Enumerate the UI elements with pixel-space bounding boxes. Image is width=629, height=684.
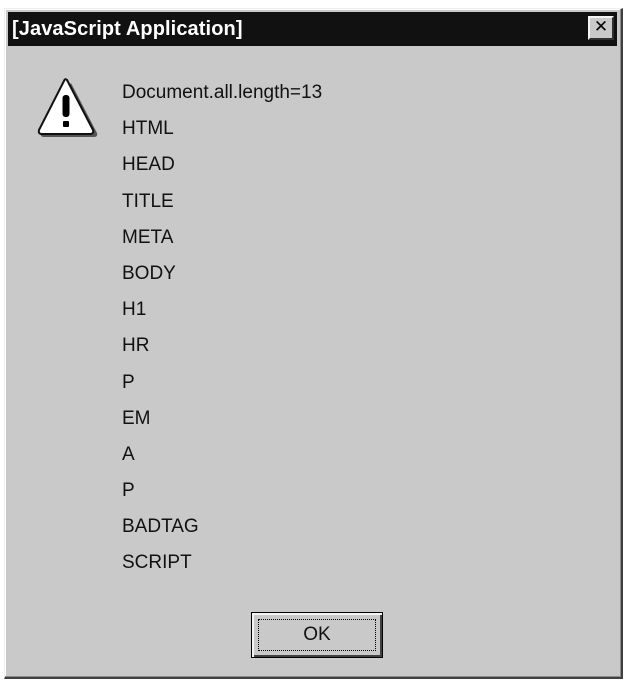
warning-icon	[37, 78, 98, 137]
message-line: H1	[122, 299, 147, 321]
message-line: P	[122, 371, 135, 393]
ok-button-label: OK	[303, 624, 331, 645]
message-line: HEAD	[122, 154, 175, 176]
close-button[interactable]: ✕	[588, 16, 614, 40]
alert-dialog: [JavaScript Application] ✕ Document.all.…	[4, 8, 623, 679]
message-line: META	[122, 226, 174, 248]
message-text: Document.all.length=13 HTML HEAD TITLE M…	[122, 82, 322, 589]
message-line: SCRIPT	[122, 552, 192, 574]
message-line: BADTAG	[122, 516, 199, 538]
message-line: Document.all.length=13	[122, 82, 323, 103]
close-icon: ✕	[593, 17, 609, 37]
message-line: EM	[122, 407, 151, 429]
message-line: HR	[122, 335, 150, 357]
message-line: TITLE	[122, 190, 174, 212]
message-line: BODY	[122, 262, 176, 284]
message-line: P	[122, 480, 135, 502]
message-line: HTML	[122, 118, 174, 140]
dialog-title: [JavaScript Application]	[12, 18, 243, 40]
message-line: A	[122, 443, 135, 465]
dialog-titlebar[interactable]: [JavaScript Application] ✕	[8, 12, 617, 46]
ok-button[interactable]: OK	[251, 612, 383, 658]
